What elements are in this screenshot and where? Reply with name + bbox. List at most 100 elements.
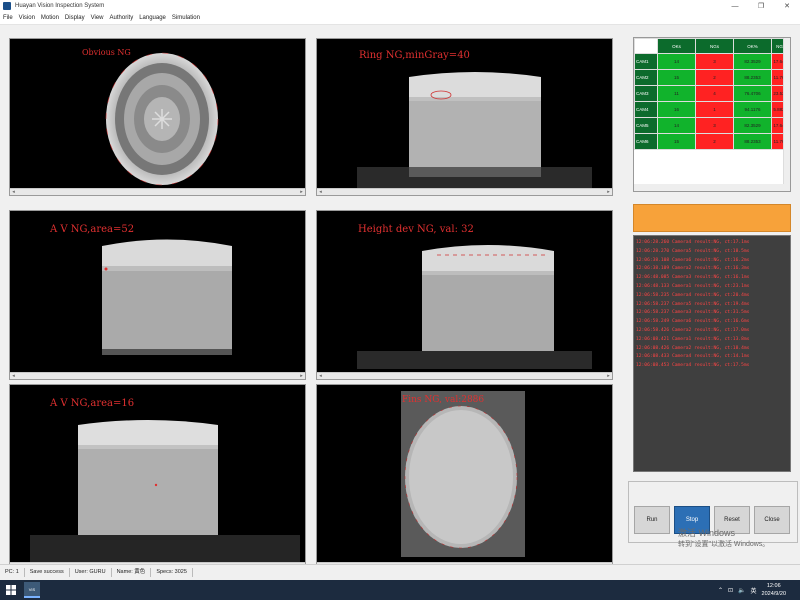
cell-oks: 15: [657, 133, 696, 150]
table-row[interactable]: CAM3 11 4 76.4706 23.5294: [634, 85, 790, 102]
log-line: 12:06:08.421 Camera1 result:NG, ct:13.8m…: [636, 336, 750, 342]
camera-3-result-label: A V NG,area=52: [50, 224, 135, 235]
menu-vision[interactable]: Vision: [16, 15, 38, 21]
menu-language[interactable]: Language: [136, 15, 169, 21]
status-indicator-bar: [633, 204, 791, 232]
camera-panel-3[interactable]: A V NG,area=52 ◂ ▸: [9, 210, 306, 380]
cell-ngs: 3: [695, 117, 734, 134]
cell-ok-percent: 82.3529: [733, 53, 772, 70]
scroll-left-icon[interactable]: ◂: [10, 373, 17, 379]
chevron-up-icon[interactable]: ⌃: [718, 587, 723, 594]
camera-1-scrollbar[interactable]: ◂ ▸: [10, 188, 305, 195]
result-log[interactable]: 12:06:28.260 Camera4 result:NG, ct:17.1m…: [633, 235, 791, 472]
log-line: 12:06:28.260 Camera4 result:NG, ct:17.1m…: [636, 240, 750, 245]
menu-display[interactable]: Display: [62, 15, 88, 21]
table-row[interactable]: CAM4 16 1 94.1176 5.88235: [634, 101, 790, 118]
camera-3-scrollbar[interactable]: ◂ ▸: [10, 372, 305, 379]
table-row[interactable]: CAM5 14 3 82.3529 17.6471: [634, 117, 790, 134]
menu-bar: File Vision Motion Display View Authorit…: [0, 12, 800, 25]
table-horizontal-scrollbar[interactable]: [634, 184, 785, 191]
log-line: 12:06:08.453 Camera4 result:NG, ct:17.5m…: [636, 363, 750, 369]
camera-panel-2[interactable]: Ring NG,minGray=40 ◂ ▸: [316, 38, 613, 196]
camera-5-result-label: A V NG,area=16: [50, 398, 135, 409]
status-bar: PC: 1 Save success User: GURU Name: 黄色 S…: [0, 564, 800, 580]
cell-ok-percent: 88.2353: [733, 133, 772, 150]
menu-authority[interactable]: Authority: [107, 15, 137, 21]
cell-ok-percent: 94.1176: [733, 101, 772, 118]
camera-view-4: [317, 211, 612, 372]
status-user: User: GURU: [70, 568, 112, 577]
table-vertical-scrollbar[interactable]: [783, 38, 790, 191]
row-header: CAM2: [634, 69, 658, 86]
run-button[interactable]: Run: [634, 506, 670, 534]
watermark-line-2: 转到"设置"以激活 Windows。: [678, 541, 770, 548]
camera-panel-1[interactable]: Obvious NG ◂ ▸: [9, 38, 306, 196]
window-controls: — ❐ ✕: [722, 0, 800, 12]
row-header: CAM5: [634, 117, 658, 134]
windows-logo-icon: [6, 585, 16, 595]
cell-ngs: 2: [695, 69, 734, 86]
scroll-left-icon[interactable]: ◂: [317, 373, 324, 379]
minimize-button[interactable]: —: [722, 0, 748, 12]
log-line: 12:06:58.426 Camera2 result:NG, ct:17.0m…: [636, 327, 750, 333]
close-window-button[interactable]: ✕: [774, 0, 800, 12]
windows-taskbar: VIS ⌃ ⊡ 🔈 英 12:06 2024/9/20: [0, 580, 800, 600]
camera-4-scrollbar[interactable]: ◂ ▸: [317, 372, 612, 379]
statistics-table: OKs NGs OK% NG% CAM1 14 3 82.3529 17.647…: [634, 38, 790, 150]
start-button[interactable]: [4, 580, 18, 600]
cap-side-image-5: [30, 420, 300, 562]
table-row[interactable]: CAM2 15 2 88.2353 11.7647: [634, 69, 790, 86]
volume-icon[interactable]: 🔈: [738, 587, 745, 594]
table-row[interactable]: CAM1 14 3 82.3529 17.6471: [634, 53, 790, 70]
cell-oks: 11: [657, 85, 696, 102]
windows-activation-watermark: 激活 Windows 转到"设置"以激活 Windows。: [678, 528, 769, 550]
camera-2-result-label: Ring NG,minGray=40: [359, 50, 470, 61]
statistics-table-container: OKs NGs OK% NG% CAM1 14 3 82.3529 17.647…: [633, 37, 791, 192]
cap-bottom-image: [401, 391, 525, 557]
table-corner: [634, 38, 658, 54]
table-row[interactable]: CAM6 15 2 88.2353 11.7647: [634, 133, 790, 150]
cell-ok-percent: 82.3529: [733, 117, 772, 134]
window-title: Huayan Vision Inspection System: [15, 3, 105, 9]
log-line: 12:06:58.249 Camera6 result:NG, ct:16.6m…: [636, 319, 750, 325]
scroll-right-icon[interactable]: ▸: [605, 373, 612, 379]
scroll-right-icon[interactable]: ▸: [298, 189, 305, 195]
scroll-left-icon[interactable]: ◂: [317, 189, 324, 195]
clock-time: 12:06: [766, 583, 781, 589]
network-icon[interactable]: ⊡: [728, 587, 733, 594]
scroll-right-icon[interactable]: ▸: [605, 189, 612, 195]
cell-ngs: 1: [695, 101, 734, 118]
camera-panel-5[interactable]: A V NG,area=16 ◂ ▸: [9, 384, 306, 570]
log-line: 12:06:58.235 Camera4 result:NG, ct:20.4m…: [636, 292, 750, 298]
log-line: 12:06:28.270 Camera5 result:NG, ct:18.5m…: [636, 248, 750, 254]
camera-1-result-label: Obvious NG: [82, 48, 131, 57]
cell-ngs: 2: [695, 133, 734, 150]
input-language[interactable]: 英: [751, 586, 757, 595]
system-tray: ⌃ ⊡ 🔈 英 12:06 2024/9/20: [718, 580, 800, 600]
camera-2-scrollbar[interactable]: ◂ ▸: [317, 188, 612, 195]
menu-file[interactable]: File: [0, 15, 16, 21]
log-line: 12:06:38.108 Camera6 result:NG, ct:16.2m…: [636, 257, 750, 263]
camera-panel-4[interactable]: Height dev NG, val: 32 ◂ ▸: [316, 210, 613, 380]
menu-view[interactable]: View: [88, 15, 107, 21]
scroll-right-icon[interactable]: ▸: [298, 373, 305, 379]
title-bar: Huayan Vision Inspection System — ❐ ✕: [0, 0, 800, 12]
camera-view-2: [317, 39, 612, 188]
log-line: 12:06:58.237 Camera3 result:NG, ct:31.5m…: [636, 310, 750, 316]
menu-motion[interactable]: Motion: [38, 15, 62, 21]
maximize-button[interactable]: ❐: [748, 0, 774, 12]
cell-ngs: 3: [695, 53, 734, 70]
cap-side-image-3: [102, 239, 232, 355]
cell-oks: 16: [657, 101, 696, 118]
cell-ok-percent: 76.4706: [733, 85, 772, 102]
taskbar-app-vis[interactable]: VIS: [24, 582, 40, 598]
scroll-left-icon[interactable]: ◂: [10, 189, 17, 195]
camera-panel-6[interactable]: Fins NG, val:2886 ◂ ▸: [316, 384, 613, 570]
cell-oks: 14: [657, 117, 696, 134]
log-line: 12:06:38.109 Camera2 result:NG, ct:16.3m…: [636, 266, 750, 272]
col-header-ngs: NGs: [695, 38, 734, 54]
menu-simulation[interactable]: Simulation: [169, 15, 203, 21]
app-logo-icon: [3, 2, 11, 10]
log-line: 12:06:48.085 Camera3 result:NG, ct:16.1m…: [636, 275, 750, 281]
clock[interactable]: 12:06 2024/9/20: [762, 582, 786, 598]
